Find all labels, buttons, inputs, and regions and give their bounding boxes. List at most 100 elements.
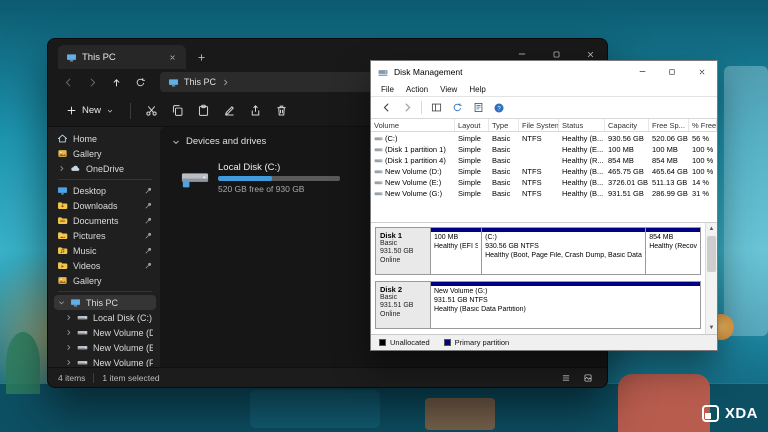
vertical-scrollbar[interactable]: ▲ ▼ [705, 223, 717, 334]
chevron-right-icon[interactable] [64, 359, 72, 366]
menu-view[interactable]: View [434, 85, 463, 94]
file-system-cell [519, 143, 559, 154]
help-icon[interactable]: ? [490, 99, 508, 116]
delete-button[interactable] [269, 100, 293, 122]
volume-row[interactable]: (Disk 1 partition 1) Simple Basic Health… [371, 143, 717, 154]
layout-cell: Simple [455, 187, 489, 198]
pin-icon [144, 246, 153, 255]
drive-name: Local Disk (C:) [218, 162, 368, 173]
documents-folder-icon [57, 215, 68, 226]
chevron-right-icon[interactable] [64, 314, 72, 321]
disk-2-header[interactable]: Disk 2 Basic 931.51 GB Online [375, 281, 431, 329]
sidebar-item-new-volume-d[interactable]: New Volume (D:) [54, 325, 156, 340]
tab-close-icon[interactable] [164, 49, 180, 65]
minimize-button[interactable] [627, 61, 657, 82]
sidebar-item-gallery-2[interactable]: Gallery [54, 273, 156, 288]
drive-tile-local-disk-c[interactable]: Local Disk (C:) 520 GB free of 930 GB [172, 155, 377, 201]
breadcrumb[interactable]: This PC [184, 77, 216, 87]
sidebar-item-new-volume-f[interactable]: New Volume (F:) [54, 355, 156, 367]
sidebar-item-gallery[interactable]: Gallery [54, 146, 156, 161]
free-space-cell: 100 MB [649, 143, 689, 154]
free-space-cell: 854 MB [649, 154, 689, 165]
sidebar-item-home[interactable]: Home [54, 131, 156, 146]
sidebar-item-label: Music [73, 246, 139, 256]
large-icons-view-icon[interactable] [579, 370, 597, 385]
menu-action[interactable]: Action [400, 85, 434, 94]
sidebar-item-new-volume-e[interactable]: New Volume (E:) [54, 340, 156, 355]
chevron-right-icon[interactable] [64, 344, 72, 351]
music-folder-icon [57, 245, 68, 256]
sidebar-item-this-pc[interactable]: This PC [54, 295, 156, 310]
console-tree-icon[interactable] [427, 99, 445, 116]
properties-icon[interactable] [469, 99, 487, 116]
explorer-tab-this-pc[interactable]: This PC [58, 45, 186, 69]
menu-file[interactable]: File [375, 85, 400, 94]
sidebar-item-downloads[interactable]: Downloads [54, 198, 156, 213]
legend-label: Primary partition [455, 338, 510, 347]
rename-button[interactable] [217, 100, 241, 122]
scroll-up-icon[interactable]: ▲ [706, 223, 717, 235]
scrollbar-thumb[interactable] [707, 236, 716, 272]
sidebar-item-pictures[interactable]: Pictures [54, 228, 156, 243]
sidebar-item-documents[interactable]: Documents [54, 213, 156, 228]
refresh-button[interactable] [130, 72, 150, 92]
cut-button[interactable] [139, 100, 163, 122]
new-button-label: New [82, 105, 101, 116]
new-button[interactable]: New [58, 100, 122, 122]
partition-efi[interactable]: 100 MB Healthy (EFI Syst [431, 228, 482, 274]
drive-usage-fill [218, 176, 272, 181]
forward-button[interactable] [82, 72, 102, 92]
maximize-button[interactable] [657, 61, 687, 82]
volume-row[interactable]: (C:) Simple Basic NTFS Healthy (B... 930… [371, 132, 717, 143]
chevron-down-icon[interactable] [57, 299, 65, 306]
sidebar-item-label: Gallery [73, 276, 153, 286]
sidebar-item-music[interactable]: Music [54, 243, 156, 258]
primary-partition-color-swatch [444, 339, 451, 346]
column-header-free-space[interactable]: Free Sp... [649, 119, 689, 131]
volume-row[interactable]: (Disk 1 partition 4) Simple Basic Health… [371, 154, 717, 165]
copy-button[interactable] [165, 100, 189, 122]
volume-row[interactable]: New Volume (G:) Simple Basic NTFS Health… [371, 187, 717, 198]
volume-row[interactable]: New Volume (E:) Simple Basic NTFS Health… [371, 176, 717, 187]
column-header-layout[interactable]: Layout [455, 119, 489, 131]
paste-button[interactable] [191, 100, 215, 122]
sidebar-item-desktop[interactable]: Desktop [54, 183, 156, 198]
address-bar[interactable]: This PC [160, 72, 385, 92]
up-button[interactable] [106, 72, 126, 92]
column-header-status[interactable]: Status [559, 119, 605, 131]
scroll-down-icon[interactable]: ▼ [706, 322, 717, 334]
menu-help[interactable]: Help [463, 85, 491, 94]
disk-kind: Basic [380, 240, 426, 248]
partition-color-stripe [431, 228, 481, 232]
column-header-type[interactable]: Type [489, 119, 519, 131]
back-button[interactable] [377, 99, 395, 116]
divider [130, 103, 131, 119]
sidebar-item-label: New Volume (D:) [93, 328, 153, 338]
new-tab-button[interactable] [190, 46, 212, 68]
partition-recovery[interactable]: 854 MB Healthy (Recovery Partiti [646, 228, 700, 274]
chevron-right-icon [221, 78, 230, 87]
column-header-file-system[interactable]: File System [519, 119, 559, 131]
share-button[interactable] [243, 100, 267, 122]
column-header-pct-free[interactable]: % Free [689, 119, 717, 131]
column-header-volume[interactable]: Volume [371, 119, 455, 131]
volume-row[interactable]: New Volume (D:) Simple Basic NTFS Health… [371, 165, 717, 176]
volume-cell: New Volume (D:) [371, 165, 455, 176]
disk-kind: Basic [380, 294, 426, 302]
chevron-right-icon[interactable] [64, 329, 72, 336]
back-button[interactable] [58, 72, 78, 92]
sidebar-item-onedrive[interactable]: OneDrive [54, 161, 156, 176]
close-button[interactable] [687, 61, 717, 82]
disk-1-header[interactable]: Disk 1 Basic 931.50 GB Online [375, 227, 431, 275]
wallpaper-window-shape [724, 66, 768, 336]
details-view-icon[interactable] [557, 370, 575, 385]
column-header-capacity[interactable]: Capacity [605, 119, 649, 131]
partition-g[interactable]: New Volume (G:) 931.51 GB NTFS Healthy (… [431, 282, 700, 328]
sidebar-item-local-disk-c[interactable]: Local Disk (C:) [54, 310, 156, 325]
partition-c[interactable]: (C:) 930.56 GB NTFS Healthy (Boot, Page … [482, 228, 646, 274]
forward-button[interactable] [398, 99, 416, 116]
chevron-right-icon[interactable] [57, 165, 65, 172]
refresh-icon[interactable] [448, 99, 466, 116]
sidebar-item-videos[interactable]: Videos [54, 258, 156, 273]
status-cell: Healthy (R... [559, 154, 605, 165]
